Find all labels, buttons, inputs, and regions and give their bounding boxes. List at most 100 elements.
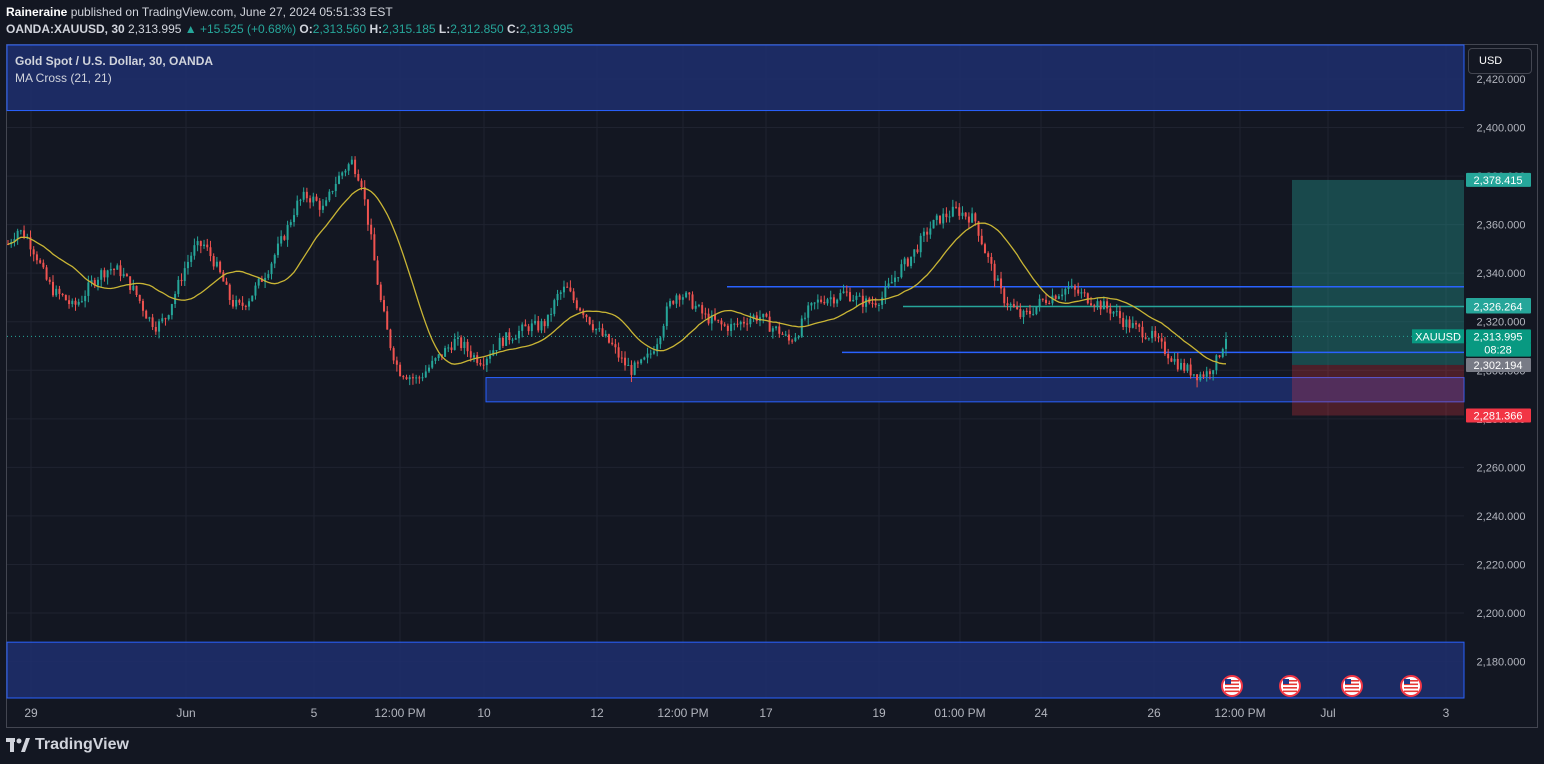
candle-body: [328, 191, 331, 201]
us-flag-event-icon[interactable]: [1341, 675, 1363, 697]
candle-body: [1208, 371, 1211, 375]
candle-body: [987, 253, 990, 257]
candle-body: [955, 206, 958, 208]
candle-body: [1019, 309, 1022, 318]
candle-body: [469, 351, 472, 358]
candle-body: [694, 305, 697, 309]
candle-body: [742, 321, 745, 324]
candle-body: [148, 317, 151, 319]
candle-body: [1151, 330, 1154, 339]
candle-body: [431, 360, 434, 368]
candle-body: [929, 228, 932, 235]
candle-body: [1186, 364, 1189, 371]
candle-body: [1202, 374, 1205, 377]
candle-body: [370, 224, 373, 235]
candle-body: [350, 159, 353, 165]
candle-body: [996, 278, 999, 281]
candle-body: [662, 326, 665, 338]
candle-body: [251, 295, 254, 302]
candle-body: [321, 205, 324, 210]
ma-line: [7, 187, 1227, 365]
candle-body: [672, 301, 675, 304]
candle-body: [678, 295, 681, 300]
candle-body: [775, 326, 778, 329]
candle-body: [961, 212, 964, 216]
us-flag-event-icon[interactable]: [1221, 675, 1243, 697]
candle-body: [74, 300, 77, 305]
candle-body: [643, 357, 646, 360]
candle-body: [836, 299, 839, 304]
candle-body: [289, 222, 292, 226]
candle-body: [354, 159, 357, 174]
candle-body: [527, 326, 530, 332]
candle-body: [1147, 338, 1150, 340]
candle-body: [591, 324, 594, 331]
candle-body: [938, 215, 941, 224]
candle-body: [312, 196, 315, 203]
candle-body: [325, 200, 328, 206]
candle-body: [273, 255, 276, 264]
candle-body: [559, 292, 562, 294]
candle-body: [96, 279, 99, 286]
candle-body: [129, 276, 132, 290]
candle-body: [1205, 371, 1208, 377]
candle-body: [318, 200, 321, 210]
currency-button[interactable]: USD: [1468, 48, 1532, 74]
candle-body: [35, 254, 38, 261]
price-tag: 08:28: [1466, 342, 1531, 357]
y-tick-label: 2,360.000: [1477, 220, 1526, 232]
candle-body: [569, 287, 572, 292]
candle-body: [209, 247, 212, 257]
candle-body: [424, 371, 427, 378]
us-flag-event-icon[interactable]: [1279, 675, 1301, 697]
candle-body: [514, 338, 517, 340]
candle-body: [45, 267, 48, 280]
candle-body: [585, 314, 588, 318]
x-tick-label: 5: [311, 706, 318, 720]
candle-body: [951, 206, 954, 217]
candle-body: [222, 272, 225, 282]
candle-body: [1115, 311, 1118, 313]
candle-body: [800, 318, 803, 337]
candle-body: [1073, 285, 1076, 290]
candle-body: [701, 305, 704, 314]
price-tag: 2,378.415: [1466, 172, 1531, 187]
us-flag-event-icon[interactable]: [1400, 675, 1422, 697]
candle-body: [190, 255, 193, 262]
upper-zone: [6, 44, 1465, 112]
candle-body: [418, 377, 421, 379]
candle-body: [405, 377, 408, 380]
candle-body: [546, 314, 549, 327]
price-tag-text: 2,281.366: [1474, 411, 1523, 423]
candle-body: [601, 328, 604, 336]
candle-body: [1022, 310, 1025, 318]
candle-body: [344, 170, 347, 173]
price-chart[interactable]: 2,420.0002,400.0002,380.0002,360.0002,34…: [0, 0, 1544, 764]
candle-body: [852, 299, 855, 302]
candle-body: [395, 360, 398, 365]
candle-body: [125, 274, 128, 277]
candle-body: [910, 256, 913, 266]
candle-body: [511, 339, 514, 341]
candle-body: [228, 284, 231, 301]
candle-body: [203, 244, 206, 247]
candle-body: [983, 244, 986, 254]
candle-body: [132, 285, 135, 290]
candle-body: [1135, 323, 1138, 325]
candle-body: [640, 359, 643, 364]
candle-body: [1003, 288, 1006, 304]
candle-body: [1221, 348, 1224, 357]
candle-body: [61, 293, 64, 296]
candle-body: [540, 321, 543, 331]
candle-body: [675, 295, 678, 304]
x-tick-label: 29: [24, 706, 38, 720]
candle-body: [334, 183, 337, 192]
candle-body: [463, 341, 466, 349]
candle-body: [990, 256, 993, 264]
y-tick-label: 2,420.000: [1477, 74, 1526, 86]
candle-body: [408, 377, 411, 380]
candle-body: [906, 258, 909, 266]
candle-body: [1048, 303, 1051, 305]
candle-body: [762, 313, 765, 318]
candle-body: [669, 301, 672, 307]
